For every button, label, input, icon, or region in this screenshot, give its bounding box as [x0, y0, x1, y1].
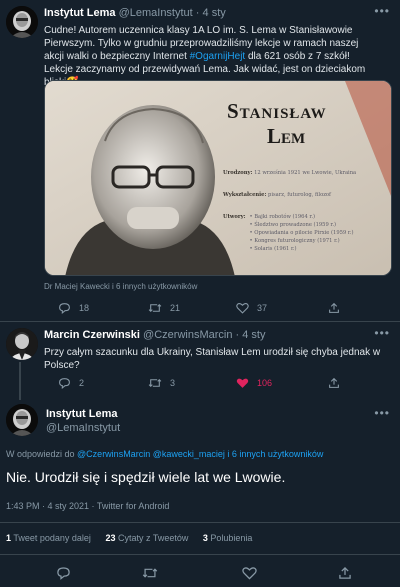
retweet-icon [142, 568, 158, 578]
reply-others-link[interactable]: i 6 innych użytkowników [225, 449, 323, 459]
avatar[interactable] [6, 328, 38, 360]
avatar[interactable] [6, 404, 38, 436]
display-name[interactable]: Instytut Lema [44, 7, 116, 19]
reply-icon [59, 378, 70, 389]
author-block: Instytut Lema @LemaInstytut [46, 407, 120, 435]
photo-tagged-users[interactable]: Dr Maciej Kawecki i 6 innych użytkownikó… [44, 282, 197, 291]
profession-value: pisarz, futurolog, filozof [268, 192, 331, 198]
work-item: • Kongres futurologiczny (1971 r.) [249, 238, 340, 244]
avatar-image [6, 6, 38, 38]
more-icon[interactable]: ••• [374, 326, 390, 340]
reply-count: 18 [79, 303, 90, 313]
reply-count: 2 [79, 378, 85, 388]
reply-icon [59, 303, 70, 314]
tweet-instytut-lema-focused[interactable]: Instytut Lema @LemaInstytut ••• W odpowi… [0, 398, 400, 587]
retweet-icon [148, 304, 162, 312]
reply-button[interactable]: 18 [58, 302, 89, 314]
avatar[interactable] [6, 6, 38, 38]
divider [0, 522, 400, 523]
share-button[interactable] [328, 302, 340, 314]
more-icon[interactable]: ••• [374, 4, 390, 18]
thread-line [19, 362, 21, 400]
photo-title-line1: Stanisław [227, 99, 327, 123]
hashtag-link[interactable]: #OgarnijHejt [190, 51, 246, 62]
display-name[interactable]: Instytut Lema [46, 407, 120, 421]
reply-button[interactable]: 2 [58, 377, 84, 389]
retweet-count: 3 [170, 378, 176, 388]
share-button[interactable] [338, 566, 352, 585]
share-icon [329, 377, 339, 388]
like-button[interactable]: 106 [236, 377, 272, 389]
handle[interactable]: @LemaInstytut [46, 421, 120, 435]
profession-label: Wykształcenie: [223, 192, 267, 198]
retweet-stat[interactable]: 1 Tweet podany dalej [6, 533, 91, 543]
like-button[interactable]: 37 [236, 302, 267, 314]
avatar-image [6, 328, 38, 360]
tweet-actions [0, 566, 400, 582]
tweet-actions: 2 3 106 [44, 377, 384, 391]
like-count: 106 [257, 378, 273, 388]
tweet-photo[interactable]: Stanisław Lem Urodzony: 12 września 1921… [44, 80, 392, 276]
avatar-image [6, 404, 38, 436]
engagement-stats: 1 Tweet podany dalej 23 Cytaty z Tweetów… [6, 533, 252, 543]
quote-stat-label: Cytaty z Tweetów [117, 533, 189, 543]
quote-stat[interactable]: 23 Cytaty z Tweetów [105, 533, 188, 543]
share-icon [339, 567, 351, 579]
photo-notes: Urodzony: 12 września 1921 we Lwowie, Uk… [223, 169, 391, 253]
like-stat-count: 3 [202, 533, 208, 543]
work-item: • Solaris (1961 r.) [249, 246, 297, 252]
retweet-stat-label: Tweet podany dalej [13, 533, 91, 543]
tweet-marcin-czerwinski[interactable]: Marcin Czerwinski @CzerwinsMarcin · 4 st… [0, 322, 400, 400]
like-button[interactable] [242, 566, 257, 585]
reply-prefix: W odpowiedzi do [6, 449, 78, 459]
display-name[interactable]: Marcin Czerwinski [44, 329, 140, 341]
like-stat-label: Polubienia [210, 533, 253, 543]
share-icon [329, 302, 339, 313]
works-label: Utwory: [223, 214, 246, 220]
quote-stat-count: 23 [105, 533, 116, 543]
born-label: Urodzony: [223, 170, 253, 176]
heart-icon [242, 567, 257, 580]
handle[interactable]: @LemaInstytut [119, 7, 193, 19]
work-item: • Śledztwo prowadzone (1959 r.) [249, 222, 337, 228]
share-button[interactable] [328, 377, 340, 389]
photo-title-line2: Lem [267, 124, 306, 148]
born-row: Urodzony: 12 września 1921 we Lwowie, Uk… [223, 169, 391, 177]
born-value: 12 września 1921 we Lwowie, Ukraina [254, 170, 357, 176]
work-item: • Bajki robotów (1964 r.) [249, 214, 315, 220]
like-stat[interactable]: 3 Polubienia [203, 533, 253, 543]
retweet-count: 21 [170, 303, 181, 313]
retweet-icon [148, 379, 162, 387]
work-item: • Opowiadania o pilocie Pirxie (1959 r.) [249, 230, 354, 236]
tweet-meta[interactable]: 1:43 PM · 4 sty 2021 · Twitter for Andro… [6, 501, 169, 511]
profession-row: Wykształcenie: pisarz, futurolog, filozo… [223, 191, 391, 199]
tweet-header: Marcin Czerwinski @CzerwinsMarcin · 4 st… [44, 328, 265, 342]
retweet-stat-count: 1 [6, 533, 12, 543]
handle[interactable]: @CzerwinsMarcin [143, 329, 232, 341]
retweet-button[interactable]: 3 [148, 377, 175, 389]
more-icon[interactable]: ••• [374, 406, 390, 420]
tweet-actions: 18 21 37 [44, 302, 384, 316]
tweet-text: Nie. Urodził się i spędził wiele lat we … [6, 469, 286, 485]
divider [0, 554, 400, 555]
reply-icon [57, 567, 70, 580]
reply-to-users[interactable]: @CzerwinsMarcin @kawecki_maciej [77, 449, 225, 459]
like-count: 37 [257, 303, 268, 313]
tweet-text: Przy całym szacunku dla Ukrainy, Stanisł… [44, 347, 381, 371]
retweet-button[interactable] [142, 566, 158, 585]
timestamp[interactable]: · 4 sty [236, 329, 266, 341]
timestamp[interactable]: · 4 sty [196, 7, 226, 19]
works-list: • Bajki robotów (1964 r.) • Śledztwo pro… [250, 213, 354, 253]
tweet-instytut-lema-1[interactable]: Instytut Lema @LemaInstytut · 4 sty ••• … [0, 0, 400, 320]
reply-button[interactable] [56, 566, 71, 585]
heart-icon [236, 303, 249, 314]
heart-icon [236, 378, 249, 388]
reply-context: W odpowiedzi do @CzerwinsMarcin @kawecki… [6, 449, 323, 459]
works-row: Utwory: • Bajki robotów (1964 r.) • Śled… [223, 213, 391, 253]
photo-title: Stanisław Lem [227, 99, 327, 149]
tweet-header: Instytut Lema @LemaInstytut · 4 sty [44, 6, 226, 20]
retweet-button[interactable]: 21 [148, 302, 180, 314]
